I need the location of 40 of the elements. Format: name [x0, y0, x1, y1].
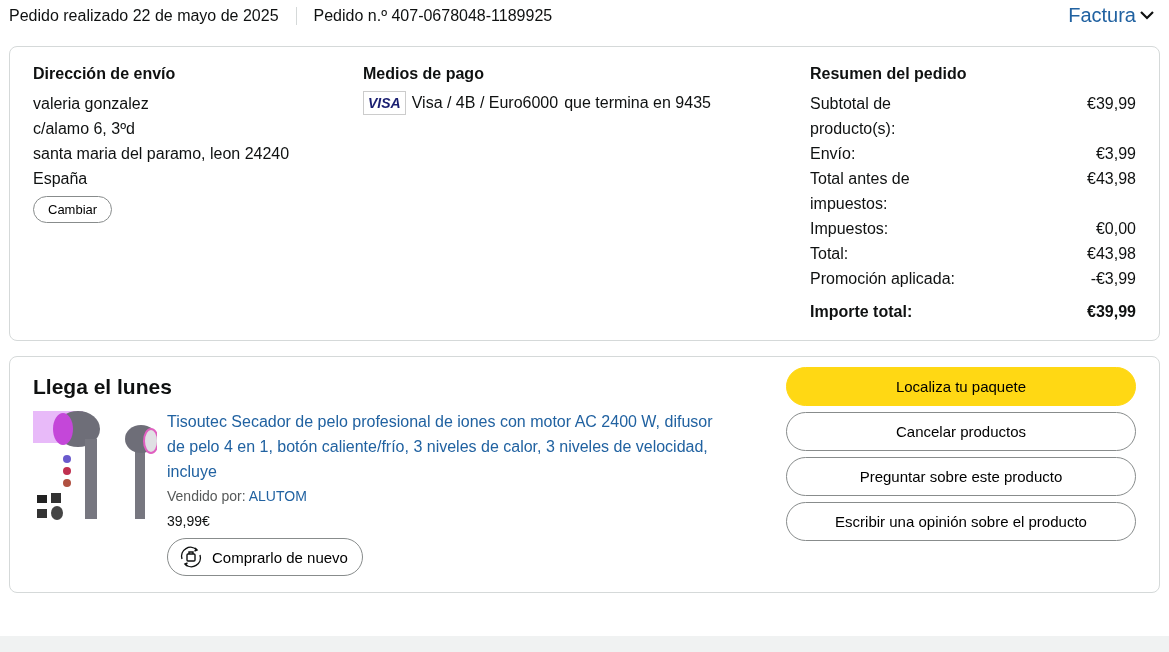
summary-value: -€3,99: [1090, 269, 1136, 289]
summary-label: Envío:: [810, 144, 857, 164]
section-title: Medios de pago: [363, 65, 485, 83]
invoice-link[interactable]: Factura: [1068, 4, 1154, 27]
section-title: Resumen del pedido: [810, 65, 968, 83]
address-line: c/alamo 6, 3ºd: [33, 119, 136, 139]
action-button[interactable]: Localiza tu paquete: [786, 367, 1136, 406]
product-price: 39,99€: [167, 512, 211, 531]
summary-value: €39,99: [1087, 302, 1136, 322]
address-line: santa maria del paramo, leon 24240: [33, 144, 291, 164]
order-number: Pedido n.º 407-0678048-1189925: [313, 6, 553, 25]
change-button[interactable]: Cambiar: [33, 196, 113, 223]
action-button[interactable]: Preguntar sobre este producto: [786, 457, 1136, 496]
summary-value: €39,99: [1087, 94, 1136, 114]
summary-value: €43,98: [1087, 244, 1136, 264]
address-line: valeria gonzalez: [33, 94, 150, 114]
order-date: Pedido realizado 22 de mayo de 2025: [9, 6, 279, 25]
action-button[interactable]: Escribir una opinión sobre el producto: [786, 502, 1136, 541]
seller-link[interactable]: ALUTOM: [248, 488, 307, 504]
summary-label: Subtotal de producto(s):: [810, 94, 897, 139]
summary-value: €43,98: [1087, 169, 1136, 189]
seller-line: Vendido por: ALUTOM: [167, 487, 308, 506]
card-suffix: que termina en 9435: [564, 94, 711, 112]
chevron-down-icon: [1140, 11, 1154, 20]
card-logo: VISA: [363, 91, 406, 115]
summary-value: €3,99: [1095, 144, 1136, 164]
summary-label: Promoción aplicada:: [810, 269, 956, 289]
product-title-link[interactable]: Tisoutec Secador de pelo profesional de iones con motor AC 2400 W, difusor de pelo 4 en 1, botón caliente/frío, 3 niveles de calor, 3 niveles de velocidad, incluye: [167, 409, 727, 484]
summary-label: Importe total:: [810, 302, 914, 322]
action-button[interactable]: Cancelar productos: [786, 412, 1136, 451]
card-text: Visa / 4B / Euro6000: [411, 94, 559, 112]
summary-label: Total antes de impuestos:: [810, 169, 911, 214]
delivery-title: Llega el lunes: [33, 375, 173, 399]
address-line: España: [33, 169, 89, 189]
summary-label: Impuestos:: [810, 219, 890, 239]
bag-cycle-icon: [178, 545, 204, 569]
summary-label: Total:: [810, 244, 850, 264]
summary-value: €0,00: [1095, 219, 1136, 239]
buy-again-button[interactable]: Comprarlo de nuevo: [167, 538, 363, 576]
section-title: Dirección de envío: [33, 65, 177, 83]
